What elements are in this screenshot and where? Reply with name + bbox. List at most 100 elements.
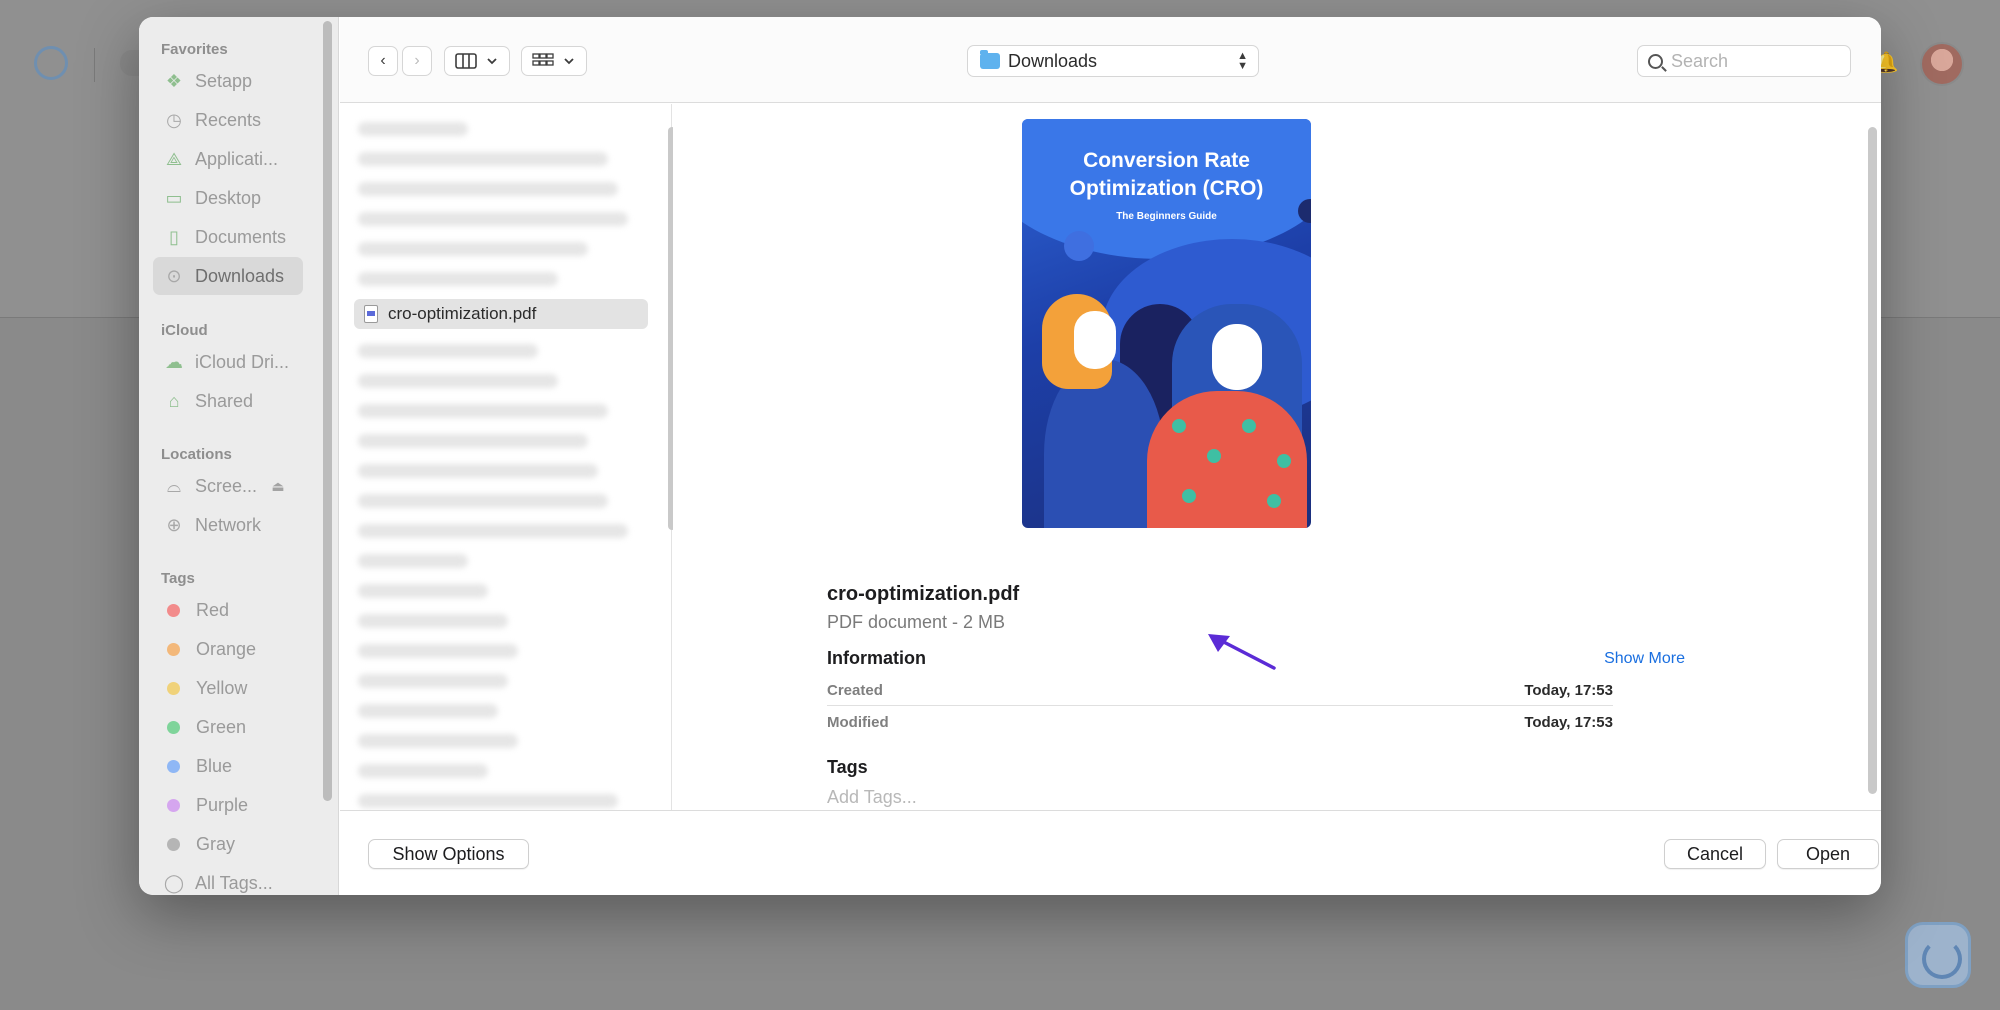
file-row-selected[interactable]: cro-optimization.pdf bbox=[354, 299, 648, 329]
cloud-icon: ☁ bbox=[165, 351, 183, 372]
sidebar-item-label: Applicati... bbox=[195, 148, 279, 169]
sidebar-item-label: Desktop bbox=[195, 187, 262, 208]
blurred-file-row bbox=[358, 524, 628, 538]
sidebar-section-favorites: Favorites bbox=[161, 41, 228, 58]
green-tag-dot bbox=[167, 720, 180, 734]
sidebar-item-label: Yellow bbox=[196, 677, 248, 698]
app-logo-icon bbox=[34, 46, 68, 80]
open-button[interactable]: Open bbox=[1777, 839, 1879, 869]
folder-icon bbox=[980, 50, 1000, 69]
sidebar-item-icloud-drive[interactable]: ☁ iCloud Dri... bbox=[153, 343, 303, 381]
sidebar-item-label: Recents bbox=[195, 109, 262, 130]
blurred-file-row bbox=[358, 272, 558, 286]
yellow-tag-dot bbox=[167, 681, 180, 695]
purple-tag-dot bbox=[167, 798, 180, 812]
view-mode-button[interactable] bbox=[444, 46, 510, 76]
sidebar-tag-purple[interactable]: Purple bbox=[153, 786, 303, 824]
location-label: Downloads bbox=[1008, 50, 1098, 71]
sidebar-all-tags[interactable]: ◯ All Tags... bbox=[153, 864, 303, 895]
sidebar-item-screen-drive[interactable]: ⌓ Scree... ⏏ bbox=[153, 467, 303, 505]
sidebar-tag-red[interactable]: Red bbox=[153, 591, 303, 629]
sidebar-item-network[interactable]: ⊕ Network bbox=[153, 506, 303, 544]
help-chat-icon bbox=[1905, 922, 1971, 988]
sidebar-tag-blue[interactable]: Blue bbox=[153, 747, 303, 785]
chevron-updown-icon: ▲ ▼ bbox=[1237, 50, 1248, 72]
search-input[interactable] bbox=[1671, 50, 1841, 72]
show-more-link[interactable]: Show More bbox=[1604, 650, 1685, 668]
back-button[interactable]: ‹ bbox=[368, 46, 398, 76]
sidebar-item-recents[interactable]: ◷ Recents bbox=[153, 101, 303, 139]
location-popup[interactable]: Downloads ▲ ▼ bbox=[967, 45, 1259, 77]
sidebar-item-downloads[interactable]: ⊙ Downloads bbox=[153, 257, 303, 295]
grid-icon bbox=[532, 53, 554, 66]
desktop-icon: ▭ bbox=[165, 187, 183, 208]
sidebar-item-documents[interactable]: ▯ Documents bbox=[153, 218, 303, 256]
blurred-file-row bbox=[358, 494, 608, 508]
sidebar-tag-green[interactable]: Green bbox=[153, 708, 303, 746]
sidebar-item-label: Green bbox=[196, 716, 247, 737]
blurred-file-row bbox=[358, 374, 558, 388]
add-tags-input[interactable] bbox=[827, 787, 1127, 808]
chevron-left-icon: ‹ bbox=[380, 52, 386, 69]
dialog-footer: Show Options Open Cancel bbox=[340, 810, 1881, 895]
sidebar-tag-orange[interactable]: Orange bbox=[153, 630, 303, 668]
sidebar-item-label: Downloads bbox=[195, 265, 285, 286]
sidebar-section-icloud: iCloud bbox=[161, 322, 208, 339]
chevron-right-icon: › bbox=[414, 52, 420, 69]
group-by-button[interactable] bbox=[521, 46, 587, 76]
setapp-icon: ❖ bbox=[165, 70, 183, 91]
information-heading: Information bbox=[827, 648, 926, 668]
search-field[interactable] bbox=[1637, 45, 1851, 77]
blurred-file-row bbox=[358, 434, 588, 448]
open-file-dialog: Favorites ❖ Setapp ◷ Recents ⟁ Applicati… bbox=[139, 17, 1881, 895]
sidebar-item-applications[interactable]: ⟁ Applicati... bbox=[153, 140, 303, 178]
blurred-file-row bbox=[358, 704, 498, 718]
illustration-dot bbox=[1207, 449, 1221, 463]
blurred-file-row bbox=[358, 404, 608, 418]
thumbnail-shape bbox=[1064, 231, 1094, 261]
info-key: Created bbox=[827, 681, 883, 699]
sidebar-scrollbar[interactable] bbox=[323, 21, 332, 801]
chevron-down-icon bbox=[564, 58, 574, 65]
download-icon: ⊙ bbox=[166, 265, 182, 286]
illustration-figure bbox=[1074, 311, 1116, 369]
sidebar-item-setapp[interactable]: ❖ Setapp bbox=[153, 62, 303, 100]
cancel-button[interactable]: Cancel bbox=[1664, 839, 1766, 869]
globe-icon: ⊕ bbox=[166, 514, 182, 535]
thumbnail-subtitle: The Beginners Guide bbox=[1116, 211, 1217, 222]
show-options-button[interactable]: Show Options bbox=[368, 839, 529, 869]
blurred-file-row bbox=[358, 644, 518, 658]
clock-icon: ◷ bbox=[166, 109, 182, 130]
preview-file-name: cro-optimization.pdf bbox=[827, 583, 1020, 605]
blurred-file-row bbox=[358, 614, 508, 628]
sidebar-item-label: Red bbox=[196, 599, 230, 620]
avatar bbox=[1920, 42, 1964, 86]
info-key: Modified bbox=[827, 713, 889, 731]
chevron-down-icon bbox=[487, 58, 497, 65]
sidebar-item-shared[interactable]: ⌂ Shared bbox=[153, 382, 303, 420]
illustration-dot bbox=[1242, 419, 1256, 433]
sidebar-item-label: Purple bbox=[196, 794, 249, 815]
red-tag-dot bbox=[167, 603, 180, 617]
eject-icon[interactable]: ⏏ bbox=[267, 475, 289, 497]
blurred-file-row bbox=[358, 764, 488, 778]
illustration-figure bbox=[1212, 324, 1262, 390]
sidebar-item-label: Setapp bbox=[195, 70, 253, 91]
blurred-file-row bbox=[358, 182, 618, 196]
pdf-thumbnail: Conversion Rate Optimization (CRO) The B… bbox=[1022, 119, 1311, 528]
sidebar-tag-gray[interactable]: Gray bbox=[153, 825, 303, 863]
sidebar: Favorites ❖ Setapp ◷ Recents ⟁ Applicati… bbox=[139, 17, 339, 895]
applications-icon: ⟁ bbox=[165, 148, 183, 169]
forward-button[interactable]: › bbox=[402, 46, 432, 76]
columns-view-icon bbox=[455, 53, 477, 69]
drive-icon: ⌓ bbox=[166, 475, 182, 496]
sidebar-item-label: Scree... bbox=[195, 475, 258, 496]
preview-file-kind: PDF document - 2 MB bbox=[827, 612, 1006, 632]
sidebar-tag-yellow[interactable]: Yellow bbox=[153, 669, 303, 707]
sidebar-item-desktop[interactable]: ▭ Desktop bbox=[153, 179, 303, 217]
sidebar-item-label: Network bbox=[195, 514, 262, 535]
sidebar-item-label: iCloud Dri... bbox=[195, 351, 290, 372]
blurred-file-row bbox=[358, 212, 628, 226]
preview-scrollbar[interactable] bbox=[1868, 127, 1877, 794]
illustration-dot bbox=[1277, 454, 1291, 468]
